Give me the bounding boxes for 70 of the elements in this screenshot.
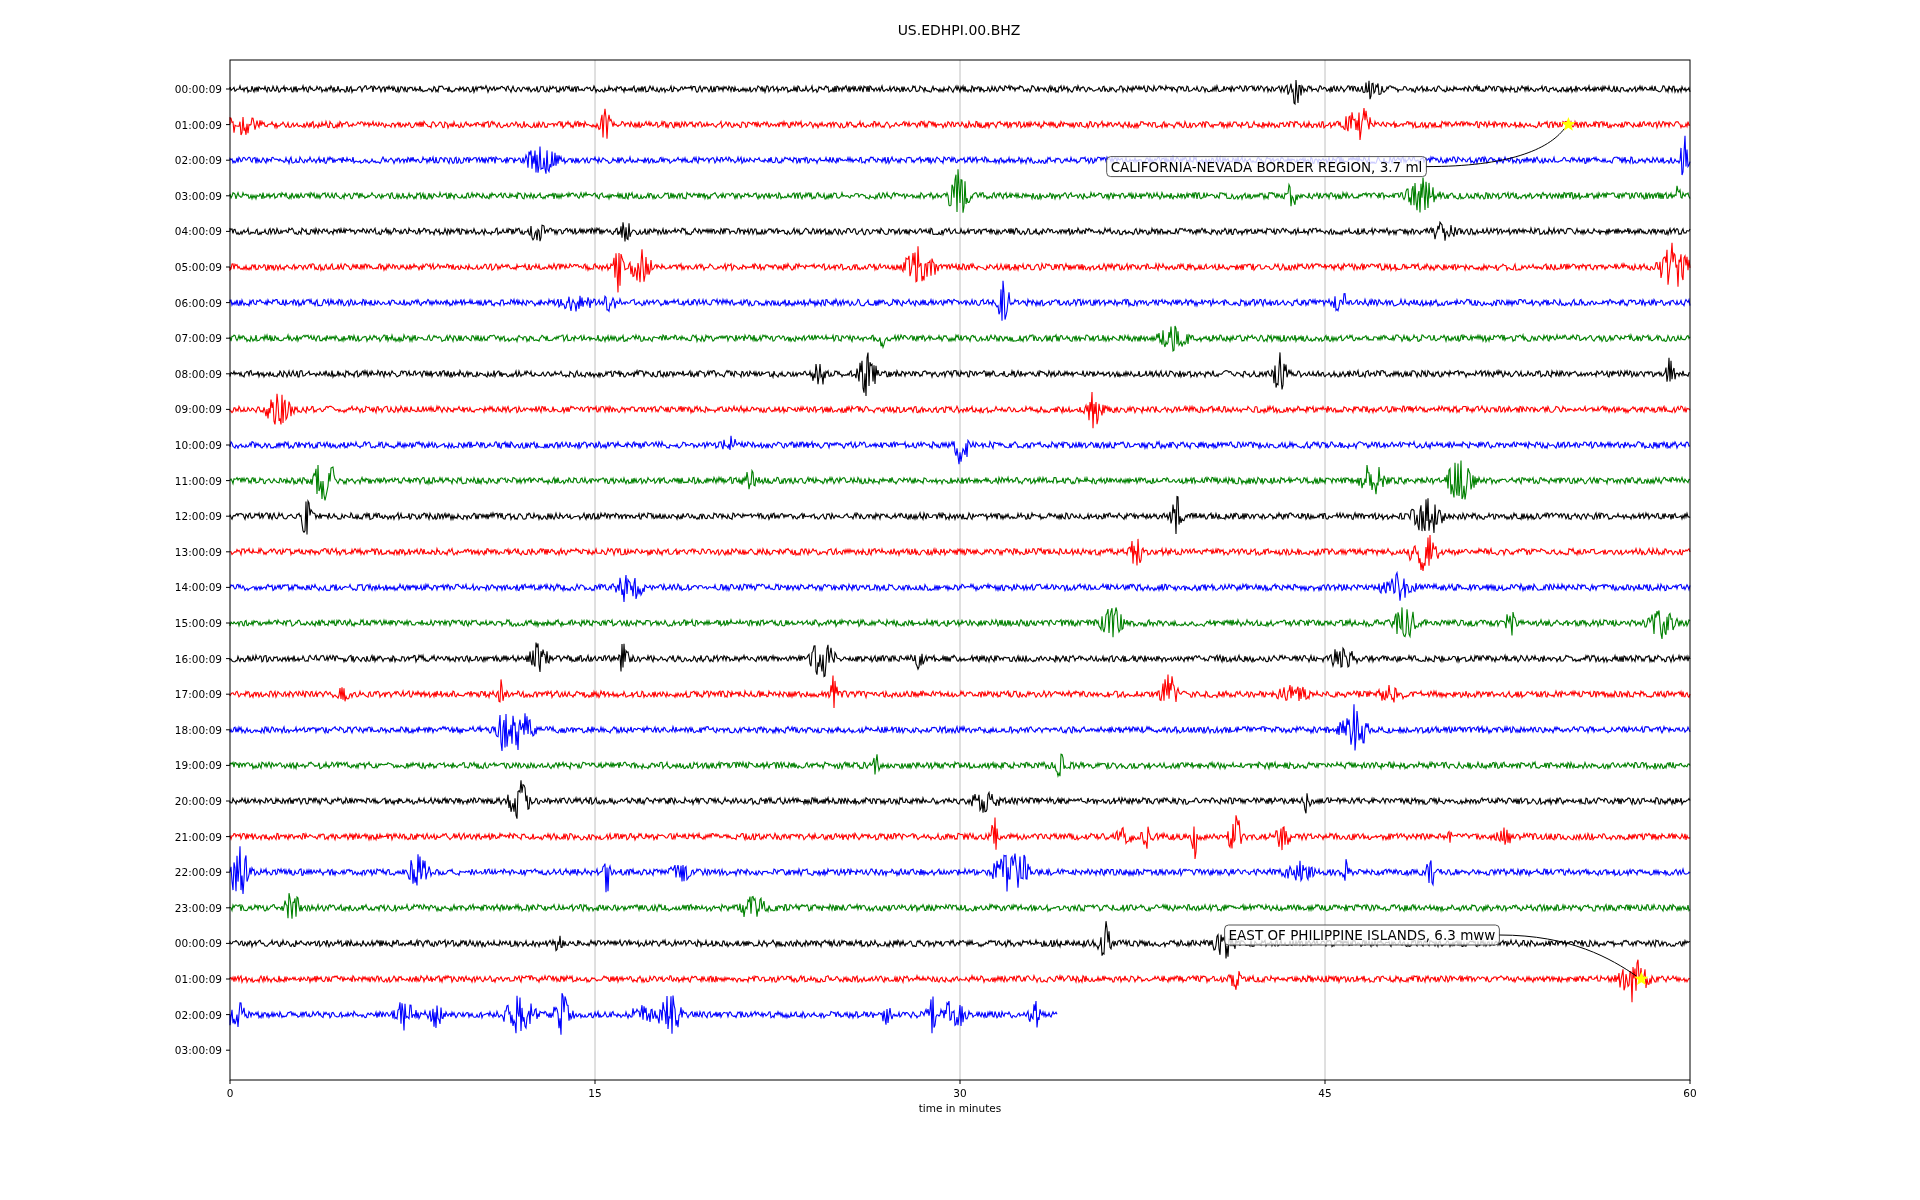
y-tick-label: 04:00:09 xyxy=(174,225,222,238)
x-axis-label: time in minutes xyxy=(918,1102,1002,1114)
tick-mark xyxy=(225,907,231,909)
tick-mark xyxy=(229,1079,231,1085)
tick-mark xyxy=(225,302,231,304)
y-tick-label: 07:00:09 xyxy=(174,332,222,345)
x-tick-label: 0 xyxy=(226,1087,234,1099)
tick-mark xyxy=(225,1049,231,1051)
y-tick-label: 17:00:09 xyxy=(174,688,222,701)
tick-mark xyxy=(225,942,231,944)
tick-mark xyxy=(225,1014,231,1016)
y-tick-label: 16:00:09 xyxy=(174,652,222,665)
tick-mark xyxy=(225,230,231,232)
tick-mark xyxy=(225,622,231,624)
y-tick-label: 18:00:09 xyxy=(174,723,222,736)
y-tick-label: 23:00:09 xyxy=(174,901,222,914)
tick-mark xyxy=(225,978,231,980)
tick-mark xyxy=(225,764,231,766)
y-tick-label: 11:00:09 xyxy=(174,474,222,487)
y-tick-label: 00:00:09 xyxy=(174,937,222,950)
tick-mark xyxy=(959,1079,961,1085)
y-tick-label: 12:00:09 xyxy=(174,510,222,523)
tick-mark xyxy=(1689,1079,1691,1085)
x-tick-label: 60 xyxy=(1683,1087,1697,1099)
tick-mark xyxy=(225,551,231,553)
x-tick-label: 30 xyxy=(953,1087,967,1099)
y-tick-label: 02:00:09 xyxy=(174,154,222,167)
tick-mark xyxy=(225,124,231,126)
tick-mark xyxy=(225,408,231,410)
event-label: CALIFORNIA-NEVADA BORDER REGION, 3.7 ml xyxy=(1106,156,1427,178)
plot-title: US.EDHPI.00.BHZ xyxy=(897,22,1021,38)
x-tick-label: 15 xyxy=(588,1087,602,1099)
tick-mark xyxy=(225,195,231,197)
y-tick-label: 03:00:09 xyxy=(174,189,222,202)
y-tick-label: 10:00:09 xyxy=(174,439,222,451)
tick-mark xyxy=(225,515,231,517)
y-tick-label: 20:00:09 xyxy=(174,795,222,807)
tick-mark xyxy=(225,871,231,873)
tick-mark xyxy=(225,586,231,588)
y-tick-label: 22:00:09 xyxy=(174,866,222,879)
y-tick-label: 03:00:09 xyxy=(174,1044,222,1057)
tick-mark xyxy=(1324,1079,1326,1085)
y-tick-label: 15:00:09 xyxy=(174,617,222,629)
y-tick-label: 14:00:09 xyxy=(174,581,222,594)
tick-mark xyxy=(225,800,231,802)
tick-mark xyxy=(225,337,231,339)
tick-mark xyxy=(225,88,231,90)
y-tick-label: 19:00:09 xyxy=(174,759,222,772)
y-tick-label: 01:00:09 xyxy=(174,118,222,131)
tick-mark xyxy=(225,266,231,268)
y-tick-label: 00:00:09 xyxy=(174,83,222,95)
y-tick-label: 08:00:09 xyxy=(174,367,222,380)
tick-mark xyxy=(225,480,231,482)
event-label: EAST OF PHILIPPINE ISLANDS, 6.3 mww xyxy=(1224,924,1500,946)
x-tick-label: 45 xyxy=(1318,1087,1332,1099)
tick-mark xyxy=(225,729,231,731)
tick-mark xyxy=(594,1079,596,1085)
tick-mark xyxy=(225,373,231,375)
y-tick-label: 01:00:09 xyxy=(174,973,222,985)
tick-mark xyxy=(225,444,231,446)
tick-mark xyxy=(225,658,231,660)
y-tick-label: 09:00:09 xyxy=(174,403,222,416)
tick-mark xyxy=(225,693,231,695)
y-tick-label: 13:00:09 xyxy=(174,545,222,558)
tick-mark xyxy=(225,159,231,161)
y-tick-label: 02:00:09 xyxy=(174,1008,222,1021)
y-tick-label: 05:00:09 xyxy=(174,261,222,273)
y-tick-label: 21:00:09 xyxy=(174,830,222,843)
tick-mark xyxy=(225,836,231,838)
y-tick-label: 06:00:09 xyxy=(174,296,222,309)
